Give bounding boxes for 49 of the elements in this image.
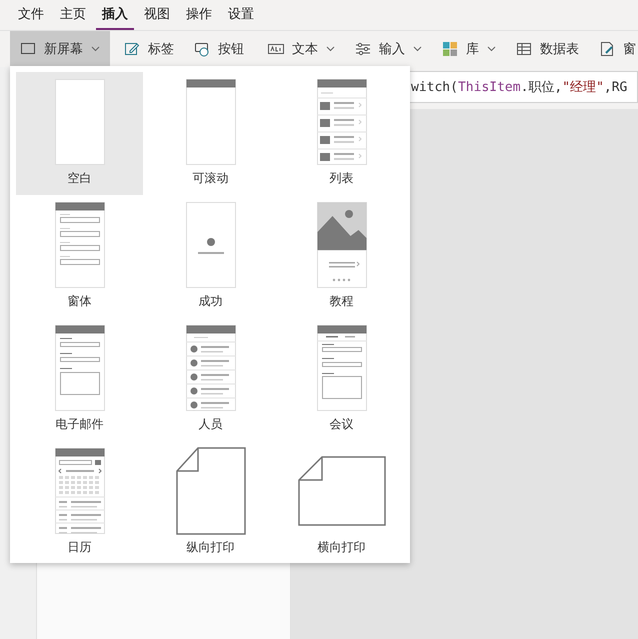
screen-icon bbox=[20, 41, 36, 57]
pencil-icon bbox=[124, 41, 140, 57]
screen-template-item[interactable]: 电子邮件 bbox=[16, 318, 143, 441]
caret-icon bbox=[326, 46, 335, 52]
screen-template-item[interactable]: 列表 bbox=[278, 72, 405, 195]
screen-template-item[interactable]: 可滚动 bbox=[147, 72, 274, 195]
screen-template-item[interactable]: 人员 bbox=[147, 318, 274, 441]
template-label: 横向打印 bbox=[318, 539, 366, 556]
screen-template-item[interactable]: 横向打印 bbox=[278, 441, 405, 564]
template-label: 会议 bbox=[330, 416, 354, 433]
template-label: 空白 bbox=[68, 170, 92, 187]
screen-template-item[interactable]: 纵向打印 bbox=[147, 441, 274, 564]
gallery-icon bbox=[442, 41, 458, 57]
template-label: 纵向打印 bbox=[186, 539, 234, 556]
template-label: 窗体 bbox=[68, 293, 92, 310]
screen-template-item[interactable]: 教程 bbox=[278, 195, 405, 318]
screen-template-item[interactable]: 日历 bbox=[16, 441, 143, 564]
toolbar-button[interactable]: 数据表 bbox=[506, 31, 589, 67]
toolbar-button[interactable]: 新屏幕 bbox=[10, 31, 110, 67]
template-label: 日历 bbox=[68, 539, 92, 556]
caret-icon bbox=[413, 46, 422, 52]
menu-tab[interactable]: 视图 bbox=[138, 5, 176, 30]
table-icon bbox=[516, 41, 532, 57]
menu-tab[interactable]: 操作 bbox=[180, 5, 218, 30]
form-icon bbox=[599, 41, 615, 57]
template-label: 人员 bbox=[198, 416, 222, 433]
toolbar-button[interactable]: 文本 bbox=[258, 31, 345, 67]
text-box-icon bbox=[268, 41, 284, 57]
template-label: 成功 bbox=[198, 293, 222, 310]
screen-template-item[interactable]: 会议 bbox=[278, 318, 405, 441]
screen-template-item[interactable]: 空白 bbox=[16, 72, 143, 195]
menu-tab[interactable]: 设置 bbox=[222, 5, 260, 30]
menu-tab[interactable]: 主页 bbox=[54, 5, 92, 30]
screen-template-item[interactable]: 窗体 bbox=[16, 195, 143, 318]
sliders-icon bbox=[355, 41, 371, 57]
template-label: 电子邮件 bbox=[56, 416, 104, 433]
toolbar-button[interactable]: 窗 bbox=[589, 31, 638, 67]
menu-tab[interactable]: 文件 bbox=[12, 5, 50, 30]
pointer-icon bbox=[194, 41, 210, 57]
template-label: 教程 bbox=[330, 293, 354, 310]
toolbar-button[interactable]: 标签 bbox=[114, 31, 184, 67]
toolbar-button[interactable]: 按钮 bbox=[184, 31, 254, 67]
toolbar-button[interactable]: 输入 bbox=[345, 31, 432, 67]
caret-icon bbox=[487, 46, 496, 52]
screen-template-item[interactable]: 成功 bbox=[147, 195, 274, 318]
template-label: 列表 bbox=[330, 170, 354, 187]
toolbar-button[interactable]: 库 bbox=[432, 31, 506, 67]
template-label: 可滚动 bbox=[192, 170, 228, 187]
caret-icon bbox=[91, 46, 100, 52]
